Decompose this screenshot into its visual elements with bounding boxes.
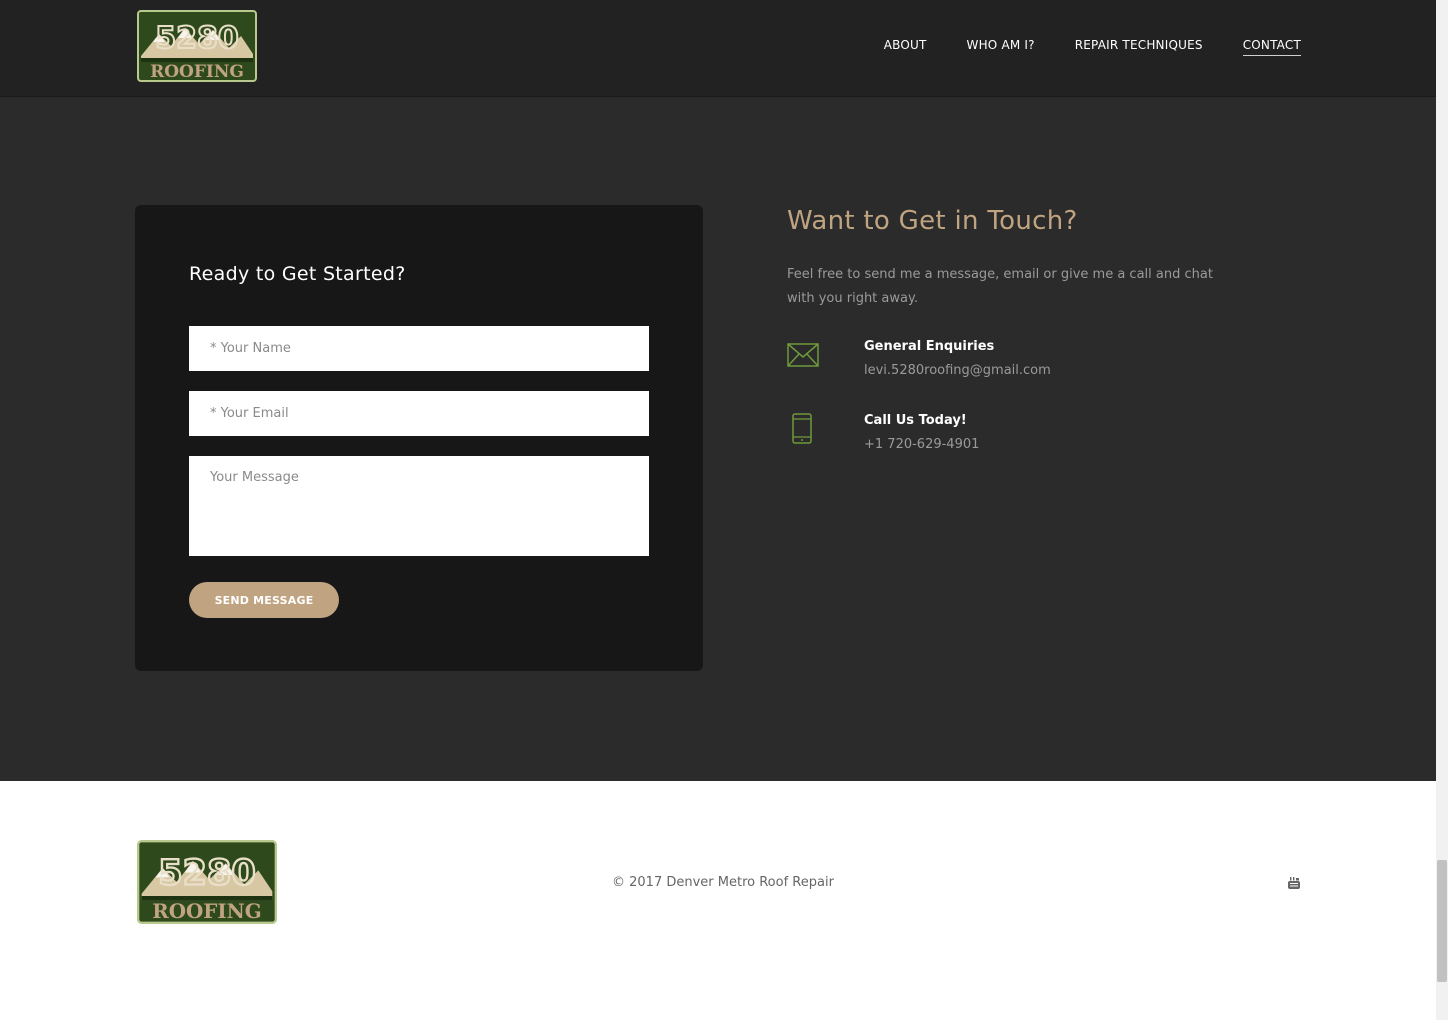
footer-logo-word: ROOFING: [152, 899, 261, 923]
contact-form-card: Ready to Get Started? SEND MESSAGE: [135, 205, 703, 671]
site-header: 5280 ROOFING ABOUT WHO AM I? REPAIR TECH…: [0, 0, 1436, 97]
page: 5280 ROOFING ABOUT WHO AM I? REPAIR TECH…: [0, 0, 1436, 1020]
nav-about[interactable]: ABOUT: [884, 38, 927, 56]
nav-repair-techniques[interactable]: REPAIR TECHNIQUES: [1075, 38, 1203, 56]
message-textarea[interactable]: [189, 456, 649, 556]
touch-text: Feel free to send me a message, email or…: [787, 267, 1213, 306]
phone-label: Call Us Today!: [864, 413, 967, 428]
nav-contact[interactable]: CONTACT: [1242, 38, 1301, 56]
email-label: General Enquiries: [864, 339, 995, 354]
logo-number: 5280: [155, 21, 239, 56]
footer-logo-number: 5280: [158, 853, 255, 893]
envelope-icon: [787, 343, 819, 367]
site-logo[interactable]: 5280 ROOFING: [137, 10, 257, 82]
logo-word: ROOFING: [150, 62, 244, 82]
email-value[interactable]: levi.5280roofing@gmail.com: [864, 363, 1051, 378]
site-footer: 5280 ROOFING © 2017 Denver Metro Roof Re…: [0, 781, 1436, 981]
contact-section: Ready to Get Started? SEND MESSAGE Want …: [0, 97, 1436, 781]
scrollbar-thumb[interactable]: [1437, 860, 1447, 982]
main-nav: ABOUT WHO AM I? REPAIR TECHNIQUES CONTAC…: [884, 38, 1301, 56]
youtube-icon[interactable]: [1287, 876, 1301, 890]
name-input[interactable]: [189, 326, 649, 371]
copyright-text: © 2017 Denver Metro Roof Repair: [612, 875, 834, 890]
phone-value[interactable]: +1 720-629-4901: [864, 437, 979, 452]
footer-logo[interactable]: 5280 ROOFING: [137, 839, 277, 925]
email-input[interactable]: [189, 391, 649, 436]
nav-who-am-i[interactable]: WHO AM I?: [967, 38, 1035, 56]
send-message-button[interactable]: SEND MESSAGE: [189, 582, 339, 618]
mobile-phone-icon: [792, 413, 812, 444]
touch-title: Want to Get in Touch?: [787, 206, 1078, 236]
form-title: Ready to Get Started?: [189, 263, 406, 285]
